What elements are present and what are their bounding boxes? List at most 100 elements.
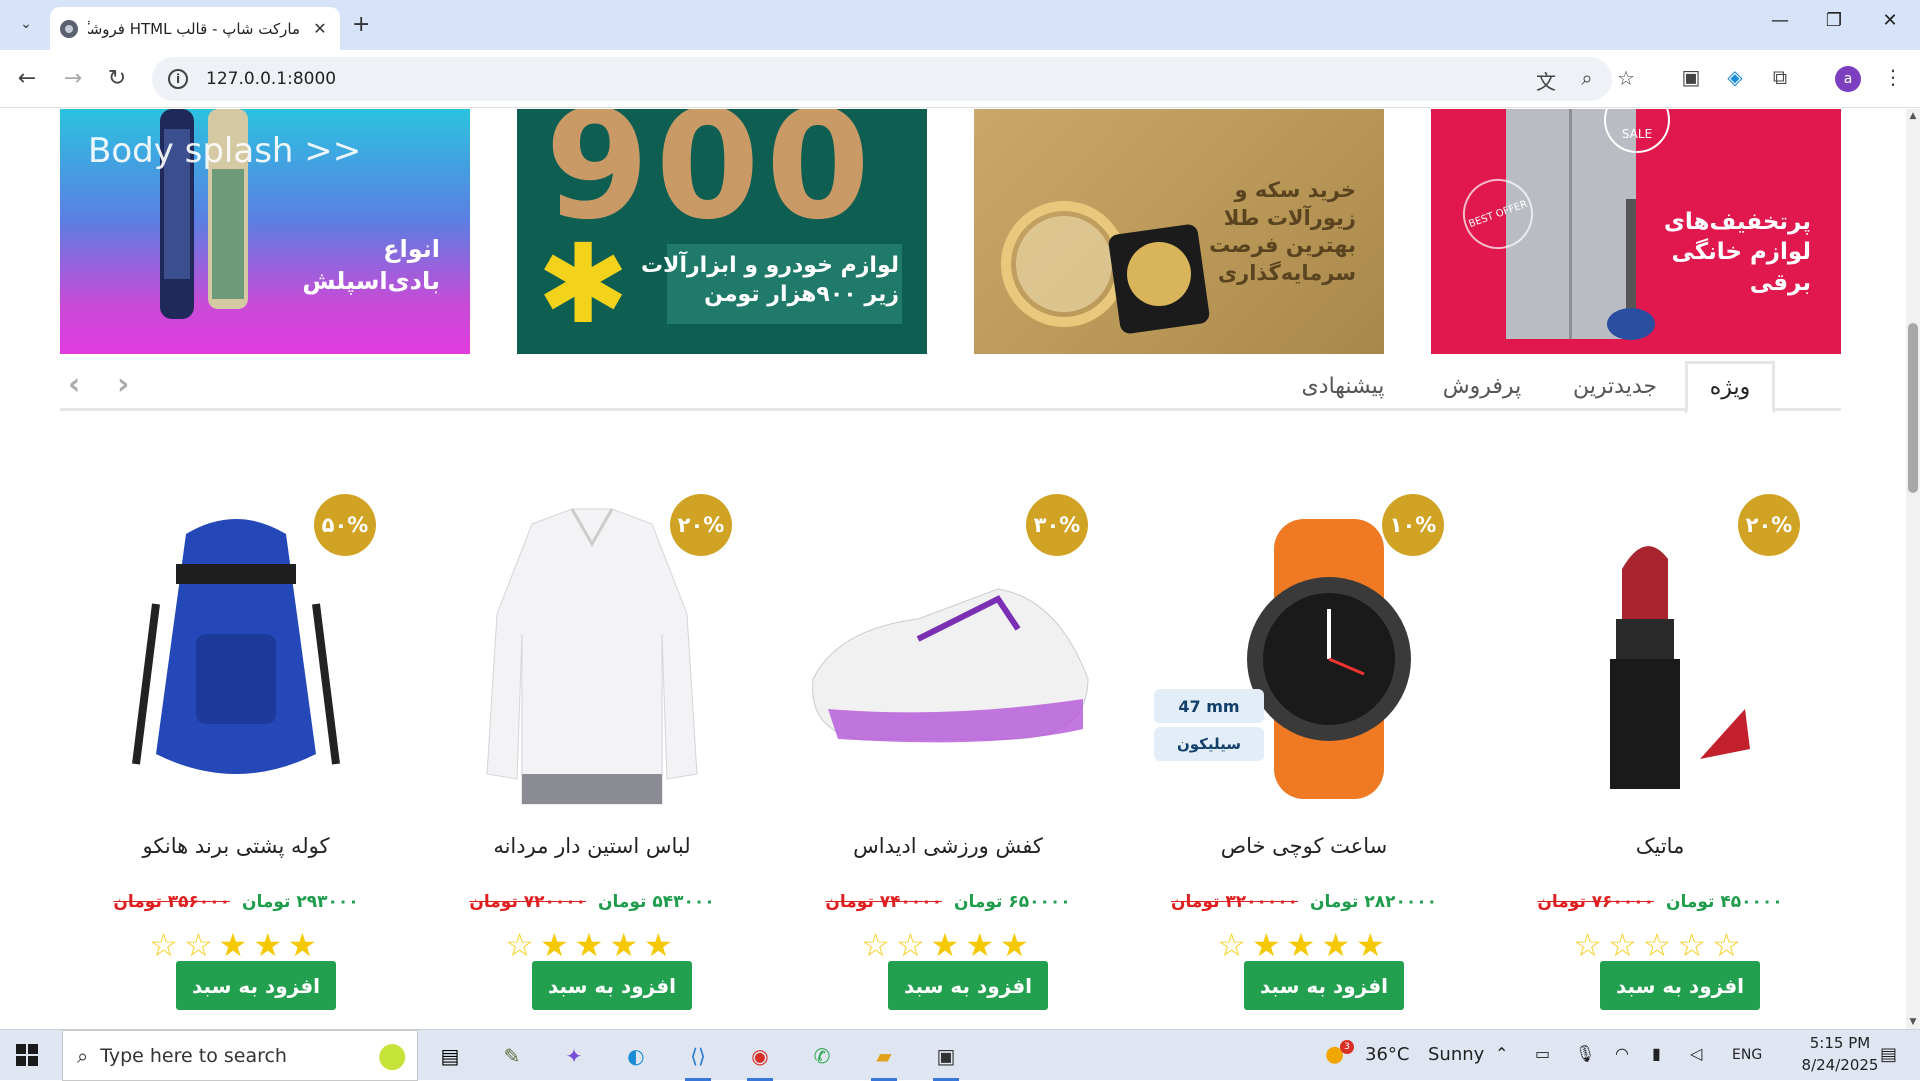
weather-temp[interactable]: 36°C — [1365, 1044, 1409, 1065]
discount-badge: ۵۰% — [314, 494, 376, 556]
product-name[interactable]: کوله پشتی برند هانکو — [66, 834, 406, 858]
product-name[interactable]: ساعت کوچی خاص — [1134, 834, 1474, 858]
carousel-next-icon[interactable]: › — [117, 367, 129, 402]
copilot-icon[interactable]: ✦ — [557, 1040, 591, 1072]
rating-stars: ★★★★☆ — [1217, 926, 1391, 964]
product-card[interactable]: ۲۰% لباس استین دار مردانه ۵۴۳۰۰۰ تومان ۷… — [422, 489, 762, 1029]
edge-icon[interactable]: ◐ — [619, 1040, 653, 1072]
window-close-icon[interactable]: ✕ — [1870, 10, 1910, 31]
add-to-cart-button[interactable]: افزود به سبد — [532, 961, 692, 1010]
wifi-icon[interactable]: ◠ — [1615, 1044, 1629, 1063]
scroll-up-icon[interactable]: ▲ — [1906, 111, 1920, 121]
taskbar-search[interactable]: ⌕ Type here to search ● — [62, 1030, 418, 1081]
banner-title-en: Body splash >> — [88, 131, 362, 171]
forward-arrow-icon[interactable]: → — [58, 66, 88, 91]
weather-desc[interactable]: Sunny — [1428, 1044, 1484, 1065]
banner-gold-coins[interactable]: خرید سکه و زیورآلات طلا بهترین فرصت سرما… — [974, 109, 1384, 354]
product-price: ۲۹۳۰۰۰ تومان ۳۵۶۰۰۰ تومان — [113, 892, 359, 912]
discount-badge: ۱۰% — [1382, 494, 1444, 556]
product-name[interactable]: لباس استین دار مردانه — [422, 834, 762, 858]
product-card[interactable]: ۲۰% ماتیک ۴۵۰۰۰۰ تومان ۷۶۰۰۰۰ تومان ☆☆☆☆… — [1490, 489, 1830, 1029]
new-tab-button[interactable]: + — [352, 12, 370, 37]
watch-size-badge: 47 mm — [1154, 689, 1264, 723]
rating-stars: ☆☆☆☆☆ — [1573, 926, 1747, 964]
notification-icon[interactable]: ▤ — [1880, 1044, 1897, 1065]
browser-tab-bar: ⌄ مارکت شاپ - قالب HTML فروشگ ✕ + — ❐ ✕ — [0, 0, 1920, 50]
minimize-icon[interactable]: — — [1760, 10, 1800, 31]
product-price: ۵۴۳۰۰۰ تومان ۷۲۰۰۰۰ تومان — [469, 892, 715, 912]
add-to-cart-button[interactable]: افزود به سبد — [888, 961, 1048, 1010]
tennis-ball-icon: ● — [377, 1035, 407, 1075]
back-arrow-icon[interactable]: ← — [12, 66, 42, 91]
carousel-prev-icon[interactable]: ‹ — [68, 367, 80, 402]
add-to-cart-button[interactable]: افزود به سبد — [1244, 961, 1404, 1010]
rating-stars: ★★★★☆ — [505, 926, 679, 964]
zoom-icon[interactable]: ⌕ — [1573, 66, 1601, 90]
shield-extension-icon[interactable]: ◈ — [1720, 65, 1750, 89]
image-icon[interactable]: ▣ — [1676, 65, 1706, 89]
bookmark-star-icon[interactable]: ☆ — [1612, 66, 1640, 90]
globe-icon — [60, 19, 78, 38]
vscode-icon[interactable]: ⟨⟩ — [681, 1040, 715, 1081]
chrome-icon[interactable]: ◉ — [743, 1040, 777, 1081]
tab-title: مارکت شاپ - قالب HTML فروشگ — [88, 19, 300, 38]
browser-tab[interactable]: مارکت شاپ - قالب HTML فروشگ ✕ — [50, 7, 340, 50]
site-info-icon[interactable]: i — [168, 69, 188, 89]
tray-chevron-icon[interactable]: ⌃ — [1495, 1044, 1508, 1063]
extensions-puzzle-icon[interactable]: ⧉ — [1765, 65, 1795, 89]
reload-icon[interactable]: ↻ — [102, 66, 132, 91]
discount-badge: ۲۰% — [670, 494, 732, 556]
asterisk-icon: ✱ — [537, 220, 630, 348]
browser-toolbar: ← → ↻ i 127.0.0.1:8000 文 ⌕ ☆ ▣ ◈ ⧉ ⋮ — [0, 50, 1920, 108]
page-viewport: Body splash >> انواع بادی‌اسپلش 900 ✱ لو… — [0, 109, 1906, 1029]
banner-title-fa: انواع بادی‌اسپلش — [302, 235, 440, 295]
banner-title-fa: پرتخفیف‌های لوازم خانگی برقی — [1663, 209, 1811, 296]
watch-material-badge: سیلیکون — [1154, 727, 1264, 761]
tab-newest[interactable]: جدیدترین — [1555, 361, 1675, 411]
add-to-cart-button[interactable]: افزود به سبد — [1600, 961, 1760, 1010]
restore-icon[interactable]: ❐ — [1814, 10, 1854, 31]
banner-home-appliances[interactable]: SALE BEST OFFER پرتخفیف‌های لوازم خانگی … — [1431, 109, 1841, 354]
whatsapp-icon[interactable]: ✆ — [805, 1040, 839, 1072]
media-app-icon[interactable]: ▣ — [929, 1040, 963, 1081]
clock-time[interactable]: 5:15 PM — [1795, 1034, 1885, 1052]
banner-body-splash[interactable]: Body splash >> انواع بادی‌اسپلش — [60, 109, 470, 354]
meet-icon[interactable]: ▭ — [1535, 1044, 1550, 1063]
windows-taskbar: ⌕ Type here to search ● ▤ ✎ ✦ ◐ ⟨⟩ ◉ ✆ ▰… — [0, 1029, 1920, 1081]
windows-start-icon[interactable] — [16, 1044, 38, 1066]
notepad-app-icon[interactable]: ✎ — [495, 1040, 529, 1072]
battery-icon[interactable]: ▮ — [1652, 1044, 1661, 1063]
tab-close-icon[interactable]: ✕ — [310, 19, 330, 38]
discount-badge: ۲۰% — [1738, 494, 1800, 556]
volume-icon[interactable]: ◁ — [1690, 1044, 1702, 1063]
product-name[interactable]: ماتیک — [1490, 834, 1830, 858]
product-card[interactable]: 47 mm سیلیکون ۱۰% ساعت کوچی خاص ۲۸۲۰۰۰۰ … — [1134, 489, 1474, 1029]
profile-avatar[interactable]: a — [1835, 66, 1861, 92]
tab-bestseller[interactable]: پرفروش — [1422, 361, 1542, 411]
banner-car-tools[interactable]: 900 ✱ لوازم خودرو و ابزارآلات زیر ۹۰۰هزا… — [517, 109, 927, 354]
address-bar[interactable]: i 127.0.0.1:8000 — [152, 57, 1612, 101]
banner-title-fa: خرید سکه و زیورآلات طلا بهترین فرصت سرما… — [1209, 178, 1356, 286]
page-scrollbar[interactable]: ▲ ▼ — [1906, 109, 1920, 1029]
microphone-icon[interactable]: 🎙 — [1575, 1044, 1595, 1063]
tab-special[interactable]: ویژه — [1685, 361, 1775, 414]
weather-alert-badge: 3 — [1340, 1040, 1354, 1054]
url-text: 127.0.0.1:8000 — [206, 69, 337, 89]
clock-date[interactable]: 8/24/2025 — [1795, 1056, 1885, 1074]
menu-kebab-icon[interactable]: ⋮ — [1878, 65, 1908, 89]
add-to-cart-button[interactable]: افزود به سبد — [176, 961, 336, 1010]
product-price: ۴۵۰۰۰۰ تومان ۷۶۰۰۰۰ تومان — [1537, 892, 1783, 912]
scroll-down-icon[interactable]: ▼ — [1906, 1017, 1920, 1027]
language-indicator[interactable]: ENG — [1732, 1047, 1762, 1063]
translate-icon[interactable]: 文 — [1532, 66, 1560, 95]
file-explorer-icon[interactable]: ▰ — [867, 1040, 901, 1081]
tab-search-icon[interactable]: ⌄ — [12, 10, 40, 38]
task-view-icon[interactable]: ▤ — [433, 1040, 467, 1072]
discount-badge: ۳۰% — [1026, 494, 1088, 556]
product-card[interactable]: ۳۰% کفش ورزشی ادیداس ۶۵۰۰۰۰ تومان ۷۴۰۰۰۰… — [778, 489, 1118, 1029]
scrollbar-thumb[interactable] — [1908, 323, 1918, 493]
product-card[interactable]: ۵۰% کوله پشتی برند هانکو ۲۹۳۰۰۰ تومان ۳۵… — [66, 489, 406, 1029]
tab-suggested[interactable]: پیشنهادی — [1278, 361, 1408, 411]
search-placeholder: Type here to search — [100, 1044, 287, 1067]
product-name[interactable]: کفش ورزشی ادیداس — [778, 834, 1118, 858]
